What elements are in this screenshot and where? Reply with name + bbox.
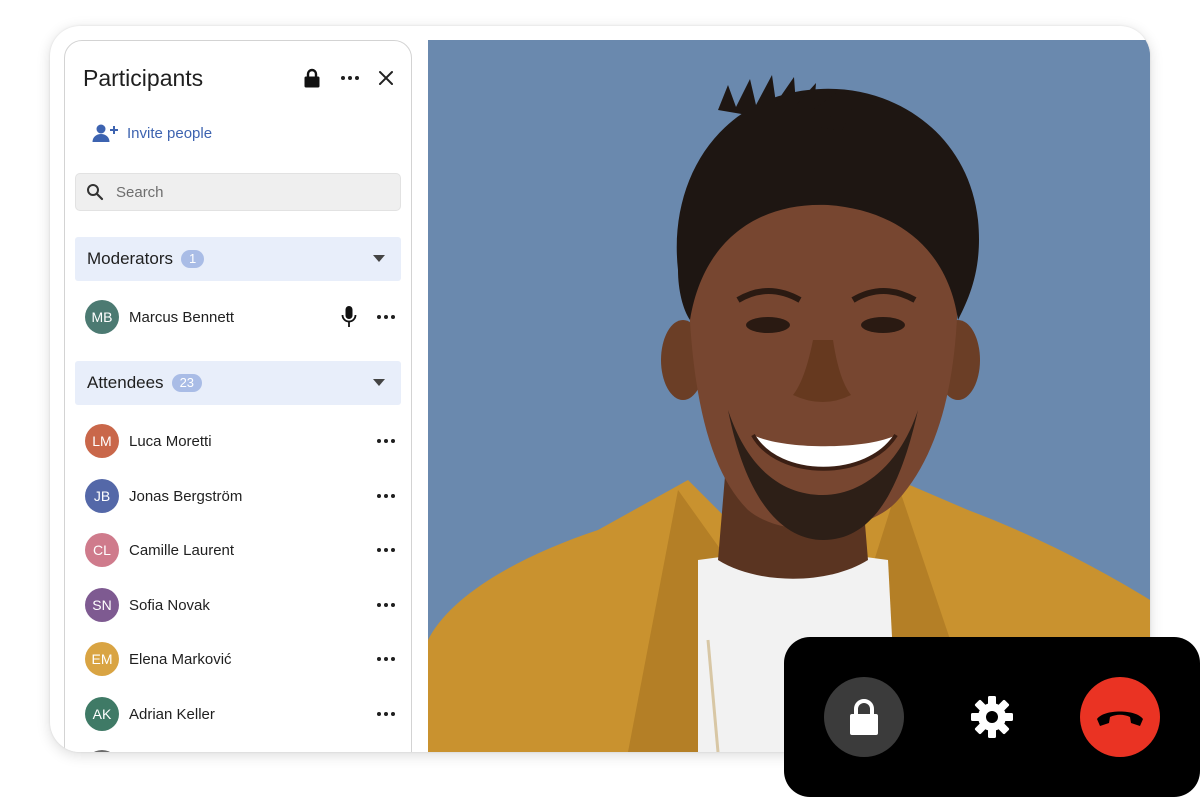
search-bar bbox=[75, 173, 401, 211]
list-item[interactable]: CL Camille Laurent bbox=[85, 532, 401, 568]
microphone-icon[interactable] bbox=[341, 305, 357, 329]
more-icon[interactable] bbox=[339, 67, 361, 89]
participant-name: Elena Marković bbox=[129, 650, 232, 668]
lock-icon bbox=[850, 699, 878, 735]
settings-button[interactable] bbox=[952, 677, 1032, 757]
participant-more-button[interactable] bbox=[375, 649, 397, 669]
list-item[interactable]: AK Adrian Keller bbox=[85, 696, 401, 732]
invite-people-label: Invite people bbox=[127, 124, 213, 142]
avatar: JB bbox=[85, 479, 119, 513]
avatar: SN bbox=[85, 588, 119, 622]
panel-title: Participants bbox=[83, 65, 204, 91]
hang-up-icon bbox=[1097, 711, 1143, 726]
avatar: MB bbox=[85, 300, 119, 334]
avatar: EM bbox=[85, 642, 119, 676]
list-item[interactable]: LM Luca Moretti bbox=[85, 423, 401, 459]
participant-more-button[interactable] bbox=[375, 431, 397, 451]
avatar: AK bbox=[85, 697, 119, 731]
attendees-count-badge: 23 bbox=[171, 374, 203, 392]
participant-more-button[interactable] bbox=[375, 307, 397, 327]
participant-more-button[interactable] bbox=[375, 704, 397, 724]
lock-meeting-button[interactable] bbox=[824, 677, 904, 757]
participant-more-button[interactable] bbox=[375, 540, 397, 560]
participant-name: Marcus Bennett bbox=[129, 308, 235, 326]
participants-panel: Participants Invite people Moderators 1 bbox=[64, 40, 412, 752]
invite-people-button[interactable]: Invite people bbox=[91, 121, 212, 145]
panel-header: Participants bbox=[83, 63, 397, 93]
participant-name: Adrian Keller bbox=[129, 705, 215, 723]
add-person-icon bbox=[92, 124, 118, 142]
participant-more-button[interactable] bbox=[375, 486, 397, 506]
call-controls bbox=[784, 637, 1200, 797]
lock-icon[interactable] bbox=[301, 67, 323, 89]
list-item[interactable]: SN Sofia Novak bbox=[85, 587, 401, 623]
participant-more-button[interactable] bbox=[375, 595, 397, 615]
list-item[interactable]: EM Elena Marković bbox=[85, 641, 401, 677]
hang-up-button[interactable] bbox=[1080, 677, 1160, 757]
search-input[interactable] bbox=[114, 182, 378, 202]
attendees-section-header[interactable]: Attendees 23 bbox=[75, 361, 401, 405]
moderators-section-header[interactable]: Moderators 1 bbox=[75, 237, 401, 281]
avatar: CL bbox=[85, 533, 119, 567]
gear-icon bbox=[971, 696, 1013, 738]
attendees-label: Attendees bbox=[87, 373, 164, 392]
close-icon[interactable] bbox=[375, 67, 397, 89]
avatar bbox=[85, 750, 119, 752]
list-item[interactable]: MB Marcus Bennett bbox=[85, 299, 401, 335]
search-icon bbox=[87, 184, 104, 201]
chevron-down-icon[interactable] bbox=[373, 255, 385, 262]
moderators-label: Moderators bbox=[87, 249, 173, 268]
participant-name: Jonas Bergström bbox=[129, 487, 243, 505]
participant-name: Camille Laurent bbox=[129, 541, 235, 559]
avatar: LM bbox=[85, 424, 119, 458]
moderators-count-badge: 1 bbox=[180, 250, 205, 268]
participant-name: Luca Moretti bbox=[129, 432, 212, 450]
chevron-down-icon[interactable] bbox=[373, 379, 385, 386]
list-item[interactable]: JB Jonas Bergström bbox=[85, 478, 401, 514]
participant-name: Sofia Novak bbox=[129, 596, 210, 614]
list-item[interactable] bbox=[85, 749, 401, 752]
